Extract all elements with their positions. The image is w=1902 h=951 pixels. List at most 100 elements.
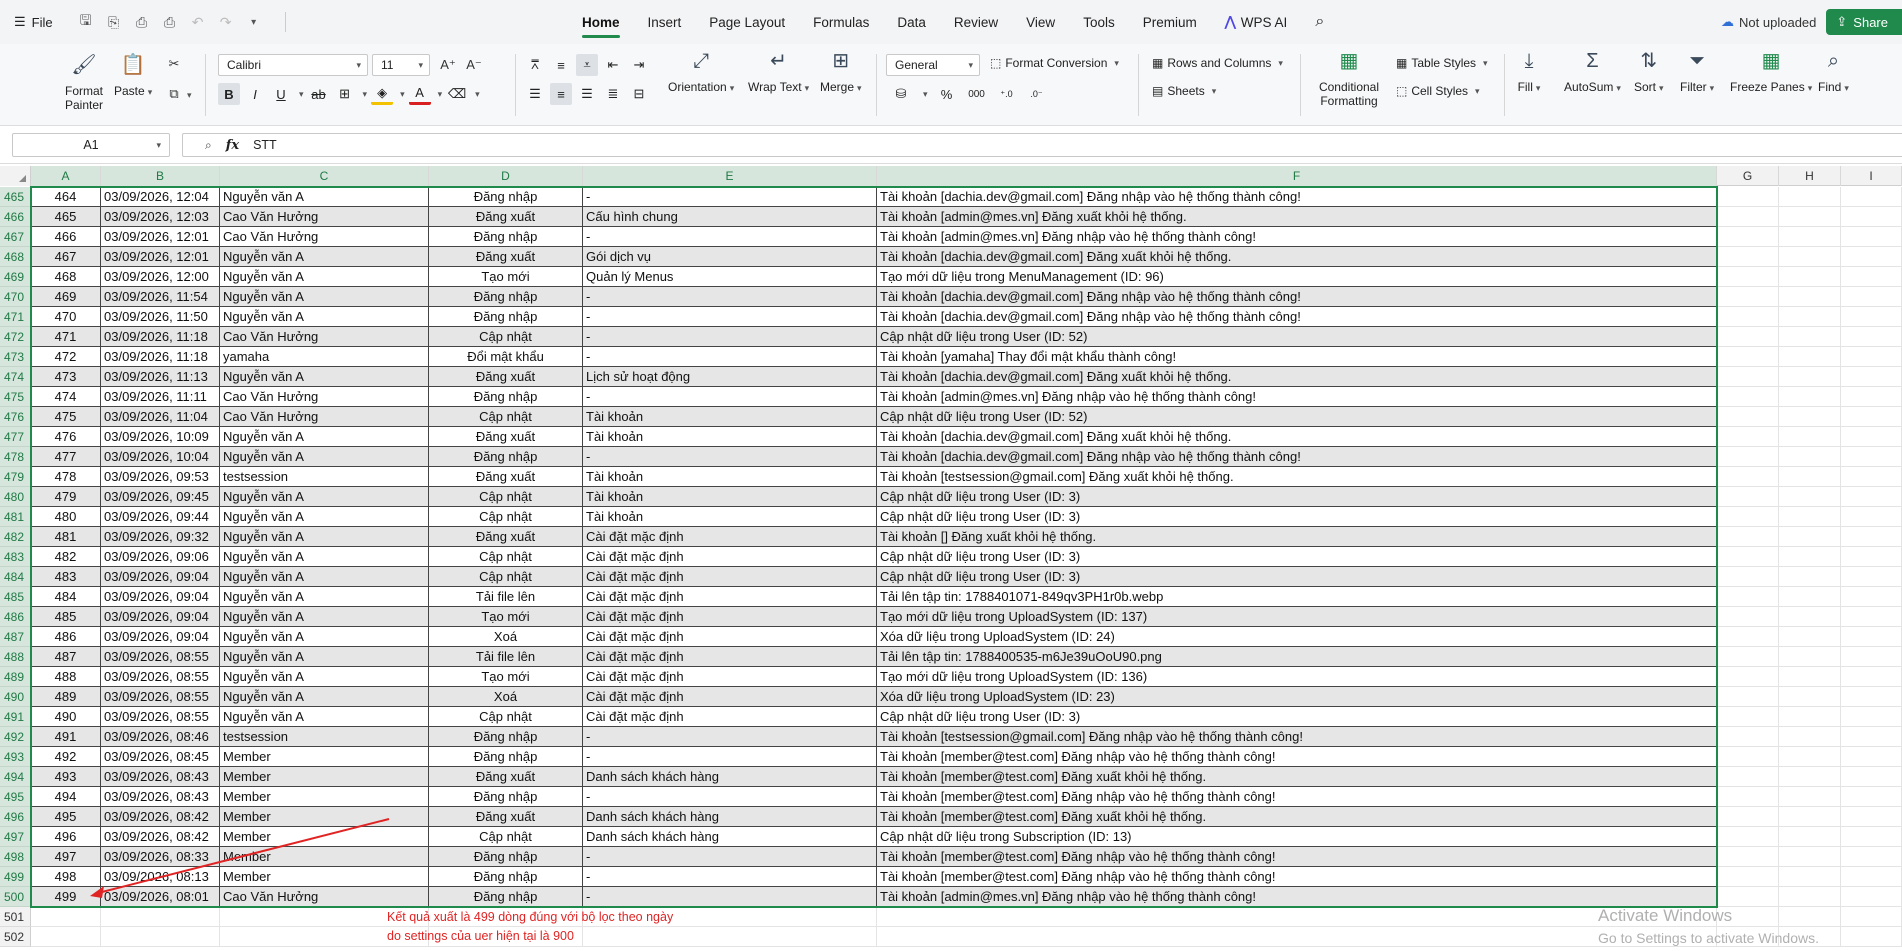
cell-f[interactable]: Tài khoản [member@test.com] Đăng xuất kh… — [877, 807, 1717, 827]
cell-a[interactable]: 475 — [31, 407, 101, 427]
cell-h[interactable] — [1779, 327, 1841, 347]
bold-button[interactable]: B — [218, 83, 240, 105]
row-header[interactable]: 479 — [0, 467, 31, 487]
font-color-icon[interactable]: A — [408, 83, 431, 105]
cell-f[interactable]: Tài khoản [admin@mes.vn] Đăng nhập vào h… — [877, 387, 1717, 407]
cell-e[interactable]: Tài khoản — [583, 487, 877, 507]
column-header-f[interactable]: F — [877, 166, 1717, 186]
row-header[interactable]: 471 — [0, 307, 31, 327]
cell-h[interactable] — [1779, 367, 1841, 387]
row-header[interactable]: 476 — [0, 407, 31, 427]
cell-c[interactable]: Cao Văn Hưởng — [220, 887, 429, 907]
upload-status[interactable]: ☁ Not uploaded — [1721, 14, 1816, 30]
cell-e[interactable]: Cài đặt mặc định — [583, 607, 877, 627]
row-header[interactable]: 492 — [0, 727, 31, 747]
cell-b[interactable]: 03/09/2026, 09:04 — [101, 627, 220, 647]
strikethrough-button[interactable]: ab — [308, 83, 330, 105]
chevron-down-icon[interactable]: ▾ — [438, 89, 443, 100]
sheets-button[interactable]: ▤ Sheets ▾ — [1152, 84, 1216, 98]
cell-i[interactable] — [1841, 267, 1902, 287]
cell-h[interactable] — [1779, 227, 1841, 247]
distributed-icon[interactable]: ⊟ — [628, 83, 650, 105]
cell-e[interactable]: - — [583, 227, 877, 247]
cell-i[interactable] — [1841, 747, 1902, 767]
cell-f[interactable]: Tài khoản [admin@mes.vn] Đăng nhập vào h… — [877, 887, 1717, 907]
cell-a[interactable]: 472 — [31, 347, 101, 367]
cell-g[interactable] — [1717, 287, 1779, 307]
cell-e[interactable]: - — [583, 447, 877, 467]
cell-i[interactable] — [1841, 547, 1902, 567]
paste-button[interactable]: 📋 Paste ▾ — [114, 52, 152, 99]
cell-g[interactable] — [1717, 667, 1779, 687]
tab-review[interactable]: Review — [940, 0, 1012, 44]
cell-h[interactable] — [1779, 847, 1841, 867]
cell-c[interactable]: Member — [220, 847, 429, 867]
cell-f[interactable]: Tài khoản [yamaha] Thay đổi mật khẩu thà… — [877, 347, 1717, 367]
cell-c[interactable]: Member — [220, 767, 429, 787]
cut-button[interactable]: ✂ — [164, 54, 184, 74]
cell-g[interactable] — [1717, 407, 1779, 427]
cell-i[interactable] — [1841, 687, 1902, 707]
row-header[interactable]: 469 — [0, 267, 31, 287]
cell-d[interactable]: Tạo mới — [429, 667, 583, 687]
cell-c[interactable]: Nguyễn văn A — [220, 487, 429, 507]
cell-b[interactable]: 03/09/2026, 11:04 — [101, 407, 220, 427]
cell-a[interactable]: 476 — [31, 427, 101, 447]
cell-d[interactable]: Tải file lên — [429, 647, 583, 667]
tab-formulas[interactable]: Formulas — [799, 0, 883, 44]
cell-i[interactable] — [1841, 927, 1902, 947]
row-header[interactable]: 480 — [0, 487, 31, 507]
cell-e[interactable]: Tài khoản — [583, 427, 877, 447]
sort-button[interactable]: ⇅ Sort ▾ — [1634, 48, 1664, 95]
cell-g[interactable] — [1717, 747, 1779, 767]
wps-ai-button[interactable]: ⋀ WPS AI — [1211, 0, 1302, 44]
chevron-down-icon[interactable]: ▾ — [243, 11, 265, 33]
print-icon[interactable]: ⎙ — [131, 11, 153, 33]
cell-c[interactable]: Nguyễn văn A — [220, 247, 429, 267]
cell-d[interactable]: Đăng nhập — [429, 187, 583, 207]
cell-a[interactable]: 488 — [31, 667, 101, 687]
cell-d[interactable]: Đăng nhập — [429, 307, 583, 327]
column-header-a[interactable]: A — [31, 166, 101, 186]
cell-b[interactable]: 03/09/2026, 11:13 — [101, 367, 220, 387]
formula-input[interactable]: ⌕ fx STT — [182, 133, 1902, 157]
cell-c[interactable]: Nguyễn văn A — [220, 307, 429, 327]
cell-c[interactable]: yamaha — [220, 347, 429, 367]
cell-i[interactable] — [1841, 487, 1902, 507]
cell-i[interactable] — [1841, 887, 1902, 907]
column-header-g[interactable]: G — [1717, 166, 1779, 186]
cell-e[interactable]: Danh sách khách hàng — [583, 807, 877, 827]
cell-c[interactable]: Nguyễn văn A — [220, 427, 429, 447]
cell-f[interactable]: Tài khoản [dachia.dev@gmail.com] Đăng xu… — [877, 367, 1717, 387]
share-button[interactable]: ⇪ Share — [1826, 9, 1902, 35]
cell-h[interactable] — [1779, 347, 1841, 367]
cell-i[interactable] — [1841, 627, 1902, 647]
cell-a[interactable]: 467 — [31, 247, 101, 267]
cell-e[interactable]: Danh sách khách hàng — [583, 767, 877, 787]
cell-a[interactable]: 466 — [31, 227, 101, 247]
column-header-c[interactable]: C — [220, 166, 429, 186]
cell-g[interactable] — [1717, 327, 1779, 347]
cell-h[interactable] — [1779, 267, 1841, 287]
cell-b[interactable]: 03/09/2026, 08:55 — [101, 647, 220, 667]
cell-i[interactable] — [1841, 607, 1902, 627]
cell-g[interactable] — [1717, 487, 1779, 507]
cell-d[interactable]: Cập nhật — [429, 487, 583, 507]
save-icon[interactable]: 🖫 — [75, 11, 97, 33]
cell-a[interactable]: 491 — [31, 727, 101, 747]
cell-d[interactable]: Xoá — [429, 627, 583, 647]
cell-e[interactable]: - — [583, 347, 877, 367]
cell-f[interactable]: Cập nhật dữ liệu trong User (ID: 3) — [877, 507, 1717, 527]
cell-i[interactable] — [1841, 807, 1902, 827]
row-header[interactable]: 472 — [0, 327, 31, 347]
tab-premium[interactable]: Premium — [1129, 0, 1211, 44]
cell-c[interactable]: Member — [220, 787, 429, 807]
cell-h[interactable] — [1779, 447, 1841, 467]
cell-g[interactable] — [1717, 187, 1779, 207]
cell-g[interactable] — [1717, 587, 1779, 607]
row-header[interactable]: 501 — [0, 907, 31, 927]
cell-a[interactable]: 473 — [31, 367, 101, 387]
select-all-corner[interactable] — [0, 166, 31, 186]
cell-f[interactable]: Xóa dữ liệu trong UploadSystem (ID: 23) — [877, 687, 1717, 707]
redo-icon[interactable]: ↷ — [215, 11, 237, 33]
